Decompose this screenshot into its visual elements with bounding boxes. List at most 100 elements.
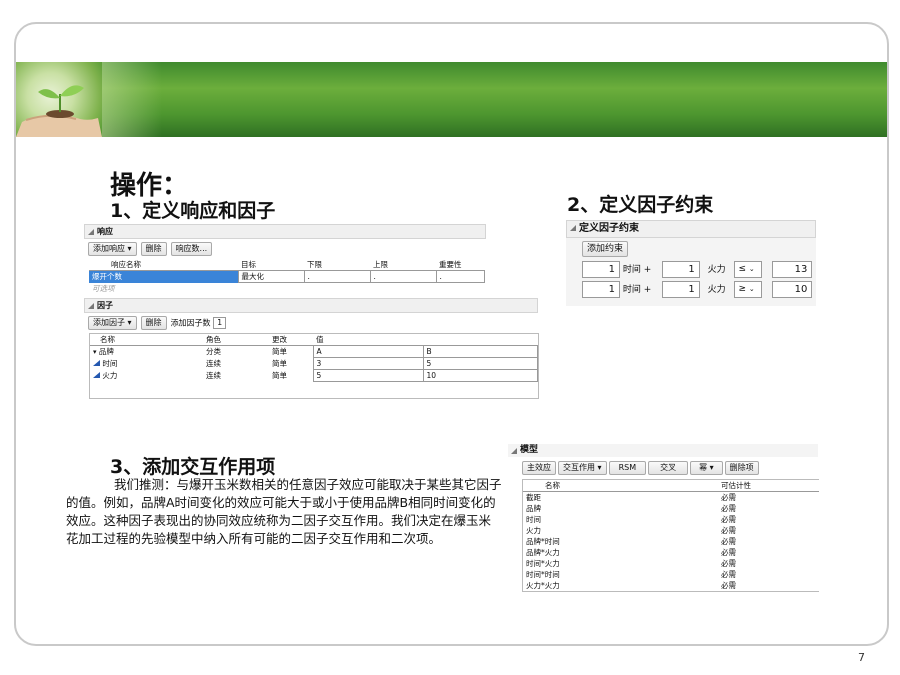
constraint-value-input[interactable]: 10 bbox=[772, 281, 813, 298]
coef-power-input[interactable]: 1 bbox=[661, 281, 700, 298]
col-header-importance: 重要性 bbox=[439, 260, 462, 269]
optional-label: 可选项 bbox=[92, 284, 115, 293]
constraint-row-2: 1 时间 + 1 火力 ≥ ⌄ 10 bbox=[566, 279, 816, 300]
goal-cell[interactable]: 最大化 bbox=[237, 270, 305, 283]
cross-button[interactable]: 交叉 bbox=[648, 461, 689, 475]
col-header-role: 角色 bbox=[206, 335, 221, 344]
table-row[interactable]: 火力 连续 简单 5 10 bbox=[90, 369, 538, 382]
table-row[interactable]: 时间*火力 必需 bbox=[523, 558, 819, 569]
term-estimability: 必需 bbox=[721, 570, 736, 579]
col-header-goal: 目标 bbox=[241, 260, 256, 269]
model-panel-title[interactable]: 模型 bbox=[508, 444, 818, 457]
factor-value-low[interactable]: A bbox=[312, 345, 424, 358]
table-row[interactable]: 品牌*时间 必需 bbox=[523, 536, 819, 547]
lower-cell[interactable]: . bbox=[303, 270, 371, 283]
operator-select[interactable]: ≤ ⌄ bbox=[733, 261, 762, 278]
term-estimability: 必需 bbox=[721, 515, 736, 524]
table-row[interactable]: 火力 必需 bbox=[523, 525, 819, 536]
header-banner bbox=[16, 62, 887, 137]
response-panel-title[interactable]: 响应 bbox=[84, 224, 486, 239]
term-name: 火力 bbox=[526, 526, 541, 535]
factor-role: 连续 bbox=[206, 359, 221, 368]
table-row[interactable]: 时间*时间 必需 bbox=[523, 569, 819, 580]
table-row[interactable]: 火力*火力 必需 bbox=[523, 580, 819, 591]
add-constraint-button[interactable]: 添加约束 bbox=[582, 241, 629, 257]
factor-panel-title[interactable]: 因子 bbox=[84, 298, 538, 313]
term-time-label: 时间 + bbox=[622, 265, 652, 275]
factor-value-low[interactable]: 3 bbox=[312, 357, 424, 370]
table-row[interactable]: 时间 连续 简单 3 5 bbox=[90, 357, 538, 370]
chevron-down-icon: ⌄ bbox=[748, 265, 755, 273]
section1-title: 1、定义响应和因子 bbox=[110, 200, 276, 222]
operator-select[interactable]: ≥ ⌄ bbox=[733, 281, 762, 298]
term-name: 品牌 bbox=[526, 504, 541, 513]
col-header-name: 名称 bbox=[100, 335, 115, 344]
term-name: 时间*火力 bbox=[526, 559, 560, 568]
response-name-cell[interactable]: 爆开个数 bbox=[89, 270, 238, 283]
table-row[interactable]: 爆开个数 最大化 . . . bbox=[89, 270, 485, 283]
col-header-response-name: 响应名称 bbox=[111, 260, 141, 269]
factor-count-input[interactable]: 1 bbox=[213, 317, 227, 329]
chevron-down-icon: ⌄ bbox=[748, 285, 755, 293]
factor-change: 简单 bbox=[272, 359, 287, 368]
table-row[interactable]: 截距 必需 bbox=[523, 492, 819, 504]
factor-value-low[interactable]: 5 bbox=[312, 369, 424, 382]
response-toolbar: 添加响应 ▾ 删除 响应数... bbox=[84, 239, 542, 259]
term-estimability: 必需 bbox=[721, 504, 736, 513]
term-power-label: 火力 bbox=[707, 265, 726, 275]
delete-response-button[interactable]: 删除 bbox=[140, 242, 167, 256]
factor-change: 简单 bbox=[272, 347, 287, 357]
banner-fade bbox=[102, 62, 162, 137]
expand-chevron-icon[interactable]: ▾ bbox=[93, 348, 97, 356]
col-header-estimability: 可估计性 bbox=[721, 481, 751, 490]
col-header-values: 值 bbox=[316, 335, 324, 344]
factor-value-high[interactable]: B bbox=[422, 345, 538, 358]
add-factor-button[interactable]: 添加因子 ▾ bbox=[88, 316, 137, 330]
table-row[interactable]: 品牌 必需 bbox=[523, 503, 819, 514]
factor-count-label: 添加因子数 bbox=[170, 318, 211, 328]
factor-name: 品牌 bbox=[98, 347, 114, 357]
col-header-change: 更改 bbox=[272, 335, 287, 344]
rsm-button[interactable]: RSM bbox=[608, 461, 647, 475]
factor-role: 连续 bbox=[206, 371, 221, 380]
coef-power-input[interactable]: 1 bbox=[661, 261, 700, 278]
add-response-button[interactable]: 添加响应 ▾ bbox=[88, 242, 137, 256]
coef-time-input[interactable]: 1 bbox=[582, 261, 620, 278]
table-row[interactable]: 品牌*火力 必需 bbox=[523, 547, 819, 558]
table-row[interactable]: 时间 必需 bbox=[523, 514, 819, 525]
factor-role: 分类 bbox=[206, 347, 221, 357]
powers-button[interactable]: 幂 ▾ bbox=[690, 461, 723, 475]
main-effects-button[interactable]: 主效应 bbox=[522, 461, 556, 475]
term-estimability: 必需 bbox=[721, 581, 736, 590]
term-name: 品牌*火力 bbox=[526, 548, 560, 557]
constraint-value-input[interactable]: 13 bbox=[772, 261, 813, 278]
body-paragraph: 我们推测：与爆开玉米数相关的任意因子效应可能取决于某些其它因子的值。例如，品牌A… bbox=[66, 477, 502, 546]
table-row[interactable]: ▾ 品牌 分类 简单 A B bbox=[90, 345, 538, 358]
factor-table: 名称 角色 更改 值 ▾ 品牌 分类 简单 A B 时间 连续 简单 3 5 火… bbox=[90, 334, 538, 382]
factor-value-high[interactable]: 10 bbox=[422, 369, 538, 382]
term-estimability: 必需 bbox=[721, 493, 736, 502]
seedling-image bbox=[16, 62, 102, 137]
remove-term-button[interactable]: 删除项 bbox=[724, 461, 759, 475]
coef-time-input[interactable]: 1 bbox=[582, 281, 620, 298]
col-header-lower: 下限 bbox=[307, 260, 322, 269]
term-name: 火力*火力 bbox=[526, 581, 560, 590]
factor-change: 简单 bbox=[272, 371, 287, 380]
interactions-button[interactable]: 交互作用 ▾ bbox=[558, 461, 607, 475]
section3-title: 3、添加交互作用项 bbox=[110, 456, 276, 478]
term-name: 时间*时间 bbox=[526, 570, 560, 579]
constraint-row-1: 1 时间 + 1 火力 ≤ ⌄ 13 bbox=[566, 260, 816, 279]
factor-toolbar: 添加因子 ▾ 删除 添加因子数 1 bbox=[84, 313, 542, 333]
term-estimability: 必需 bbox=[721, 526, 736, 535]
importance-cell[interactable]: . bbox=[435, 270, 485, 283]
col-header-term-name: 名称 bbox=[545, 481, 560, 490]
delete-factor-button[interactable]: 删除 bbox=[140, 316, 167, 330]
factor-name: 时间 bbox=[102, 359, 118, 368]
factor-value-high[interactable]: 5 bbox=[422, 357, 538, 370]
constraint-panel: 定义因子约束 添加约束 1 时间 + 1 火力 ≤ ⌄ 13 1 时间 + 1 … bbox=[566, 220, 816, 306]
upper-cell[interactable]: . bbox=[369, 270, 437, 283]
col-header-values-2 bbox=[423, 334, 538, 346]
term-power-label: 火力 bbox=[707, 285, 726, 295]
response-count-button[interactable]: 响应数... bbox=[170, 242, 213, 256]
constraint-panel-title[interactable]: 定义因子约束 bbox=[566, 220, 816, 238]
